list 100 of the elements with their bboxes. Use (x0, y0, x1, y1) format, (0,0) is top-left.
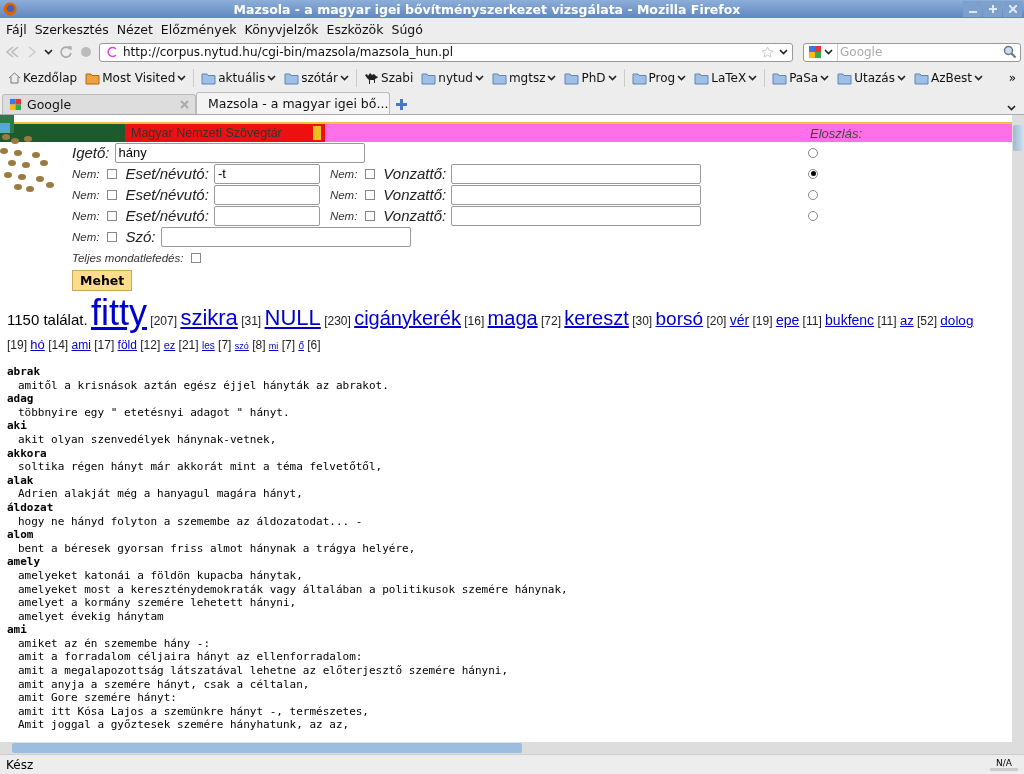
keyword-link[interactable]: ami (71, 338, 91, 352)
hit-count: [7] (218, 338, 232, 352)
negation-label: Nem: (72, 167, 100, 180)
field-label: Eset/névutó: (125, 207, 209, 224)
menu-item[interactable]: Fájl (2, 21, 31, 37)
headword: alom (7, 528, 35, 542)
site-icon (106, 46, 118, 58)
browser-tab[interactable]: Google (2, 94, 196, 114)
more-bookmarks-button[interactable]: » (1008, 71, 1016, 85)
headword: alak (7, 473, 35, 488)
keyword-link[interactable]: maga (487, 307, 538, 329)
keyword-link[interactable]: mi (268, 341, 279, 351)
menu-item[interactable]: Könyvjelzők (240, 21, 323, 37)
bookmark-item[interactable]: aktuális (197, 71, 281, 85)
keyword-link[interactable]: dolog (940, 313, 974, 328)
close-button[interactable] (1003, 1, 1022, 17)
folder-icon (491, 71, 507, 85)
horizontal-scrollbar[interactable] (0, 742, 1024, 754)
hit-count: [19] (752, 314, 773, 328)
browser-tab[interactable]: Mazsola - a magyar igei bő... (196, 92, 390, 114)
example-sentence: amelyet évekig hánytam (17, 609, 165, 624)
complement-field[interactable] (451, 184, 702, 205)
hit-count: [230] (324, 314, 351, 328)
keyword-link[interactable]: az (899, 313, 914, 328)
headword: aki (7, 419, 28, 433)
vertical-scrollbar[interactable] (1012, 115, 1024, 742)
folder-icon (772, 71, 788, 85)
bookmark-item[interactable]: Utazás (833, 71, 910, 85)
menu-item[interactable]: Szerkesztés (30, 21, 113, 37)
field-label: Vonzattő: (383, 207, 447, 224)
checkbox[interactable] (107, 168, 118, 179)
checkbox[interactable] (365, 168, 376, 179)
checkbox[interactable] (107, 210, 118, 221)
bookmark-item[interactable]: PhD (560, 71, 621, 85)
star-icon[interactable] (761, 45, 774, 59)
keyword-link[interactable]: cigánykerék (354, 307, 461, 329)
submit-button[interactable]: Mehet (72, 270, 133, 291)
keyword-link[interactable]: szó (234, 341, 249, 351)
back-icon[interactable] (4, 45, 20, 59)
negation-label: Nem: (72, 188, 100, 201)
bookmark-item[interactable]: Prog (627, 71, 691, 85)
bookmark-item[interactable]: mgtsz (487, 71, 561, 85)
folder-icon (85, 71, 101, 85)
close-tab-icon[interactable] (180, 100, 189, 109)
keyword-link[interactable]: ő (298, 340, 304, 351)
keyword-link[interactable]: fitty (90, 292, 147, 333)
headword: ami (7, 623, 28, 637)
minimize-button[interactable] (963, 1, 982, 17)
keyword-link[interactable]: hó (30, 337, 45, 352)
keyword-link[interactable]: szikra (180, 305, 238, 330)
full-cover-label: Teljes mondatlefedés: (72, 251, 184, 264)
stop-icon[interactable] (79, 45, 93, 59)
word-field[interactable] (160, 226, 411, 247)
address-bar[interactable]: http://corpus.nytud.hu/cgi-bin/mazsola/mazsola_hun.pl (99, 42, 793, 62)
bookmark-item[interactable]: PaSa (768, 71, 834, 85)
search-box[interactable]: Google (803, 42, 1021, 62)
case-field[interactable] (213, 184, 320, 205)
example-sentence: hogy ne hányd folyton a szemembe az áldozatodat... - (17, 514, 364, 529)
checkbox[interactable] (107, 231, 118, 242)
keyword-link[interactable]: kereszt (564, 307, 629, 329)
search-engine-icon[interactable] (808, 45, 822, 59)
checkbox[interactable] (365, 189, 376, 200)
new-tab-icon[interactable] (396, 99, 407, 110)
keyword-link[interactable]: epe (775, 312, 800, 328)
close-icon (1008, 5, 1017, 13)
keyword-link[interactable]: borsó (655, 308, 704, 329)
keyword-link[interactable]: ez (163, 339, 176, 351)
bookmark-item[interactable]: LaTeX (690, 71, 762, 85)
menu-item[interactable]: Súgó (387, 21, 427, 37)
keyword-link[interactable]: NULL (264, 305, 321, 330)
menu-item[interactable]: Eszközök (322, 21, 388, 37)
example-sentence: amitől a krisnások aztán egész éjjel hányták az abrakot. (17, 378, 390, 393)
keyword-link[interactable]: vér (729, 312, 750, 328)
checkbox[interactable] (365, 210, 376, 221)
folder-icon (694, 71, 710, 85)
verb-label: Igető: (72, 144, 110, 161)
complement-field[interactable] (451, 163, 702, 184)
bookmark-item[interactable]: Szabi (360, 71, 418, 85)
hit-count: [207] (150, 314, 178, 328)
bookmark-item[interactable]: szótár (280, 71, 354, 85)
maximize-button[interactable] (983, 1, 1002, 17)
checkbox[interactable] (107, 189, 118, 200)
keyword-link[interactable]: föld (117, 338, 137, 352)
checkbox[interactable] (191, 252, 202, 263)
hit-count: [31] (241, 314, 262, 328)
keyword-link[interactable]: les (201, 340, 215, 351)
keyword-link[interactable]: bukfenc (825, 312, 875, 328)
menu-item[interactable]: Előzmények (156, 21, 241, 37)
reload-icon[interactable] (59, 45, 73, 59)
verb-field[interactable]: hány (114, 142, 365, 163)
complement-field[interactable] (451, 205, 702, 226)
bookmark-item[interactable]: Kezdőlap (4, 71, 82, 85)
case-field[interactable]: -t (213, 163, 320, 184)
bookmark-item[interactable]: AzBest (909, 71, 988, 85)
case-field[interactable] (213, 205, 320, 226)
bookmark-item[interactable]: nytud (417, 71, 488, 85)
menu-item[interactable]: Nézet (112, 21, 157, 37)
hit-count: [72] (540, 314, 561, 328)
bookmark-item[interactable]: Most Visited (81, 71, 191, 85)
search-icon[interactable] (1003, 45, 1017, 59)
